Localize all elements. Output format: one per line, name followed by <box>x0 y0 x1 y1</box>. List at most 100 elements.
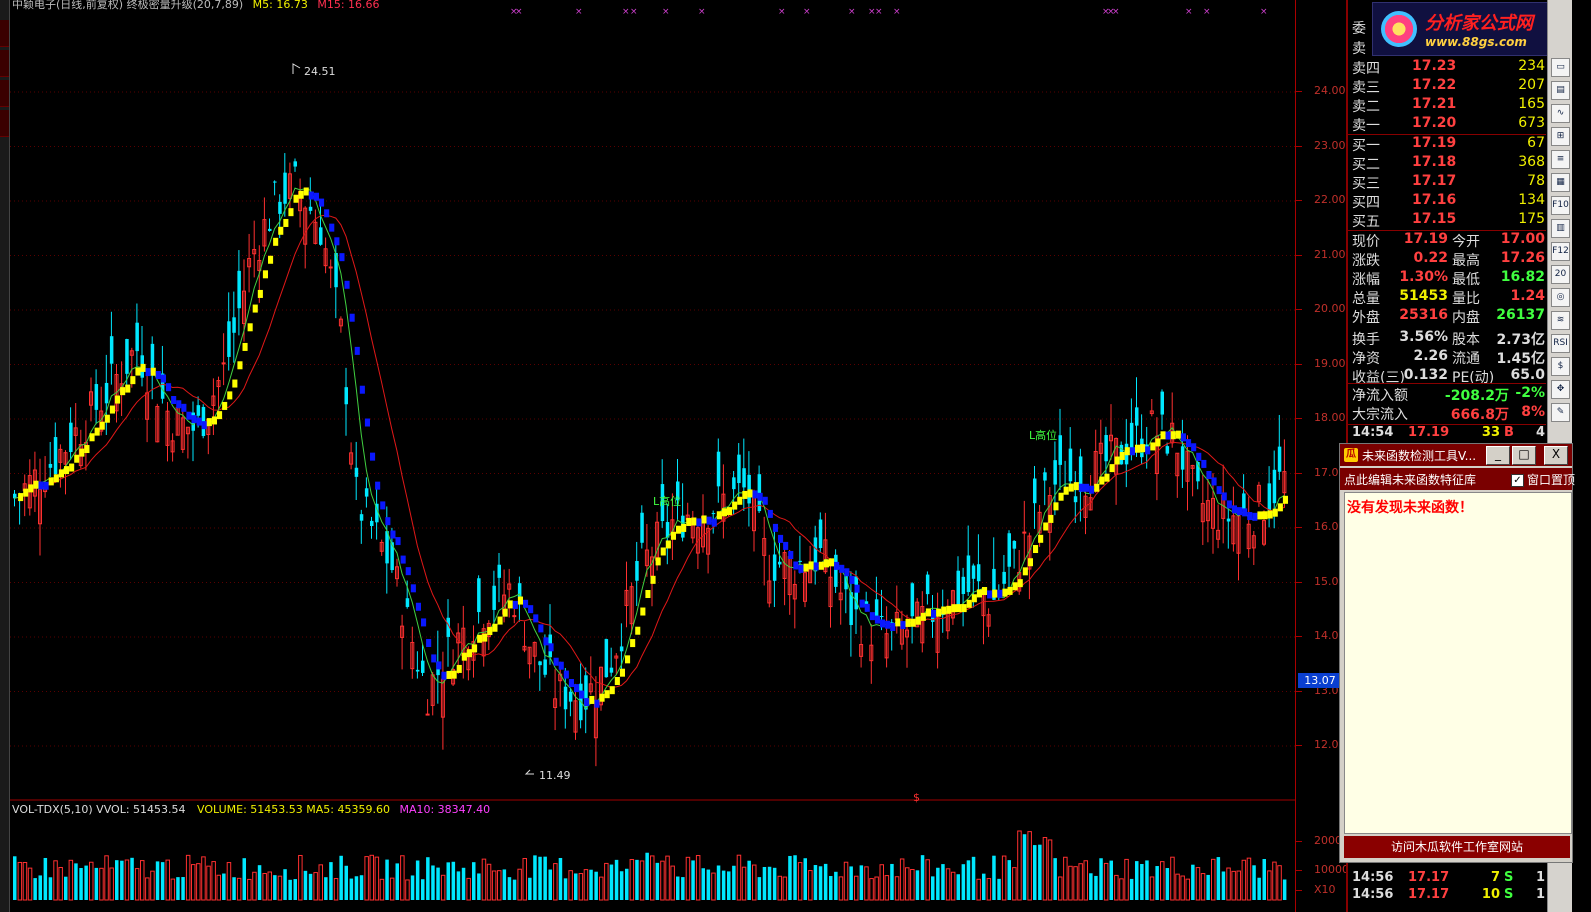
volume-bar <box>884 875 890 901</box>
volume-bar <box>354 876 359 900</box>
volume-bar <box>1099 858 1103 900</box>
result-message: 没有发现未来函数！ <box>1347 500 1473 516</box>
trend-step-up <box>727 507 733 516</box>
left-tab[interactable] <box>0 20 9 47</box>
toolbar-tool-icon[interactable]: RSI <box>1551 334 1570 353</box>
tick-time: 14:56 <box>1352 887 1394 902</box>
volume-bar <box>548 869 552 900</box>
trend-step-up <box>120 387 126 396</box>
trend-step-down <box>319 198 325 207</box>
volume-bar <box>1160 861 1165 901</box>
close-button[interactable]: X <box>1544 446 1568 465</box>
candle-body <box>1242 493 1246 510</box>
dollar-marker: $ <box>913 791 920 804</box>
trend-step-up <box>206 418 212 427</box>
volume-bar <box>344 865 348 900</box>
signal-cross: × <box>875 7 883 17</box>
volume-bar <box>145 877 150 901</box>
trend-step-down <box>313 192 319 201</box>
volume-bar <box>997 878 1001 900</box>
toolbar-tool-icon[interactable]: ◎ <box>1551 288 1570 307</box>
tick-direction: B <box>1504 425 1514 440</box>
stat-value: 3.56% <box>1399 329 1448 345</box>
trend-step-down <box>523 599 529 608</box>
stat-label: PE(动) <box>1452 370 1495 386</box>
trend-step-up <box>645 590 651 599</box>
left-tab[interactable] <box>0 50 9 77</box>
volume-bar <box>645 852 649 900</box>
toolbar-tool-icon[interactable]: ∿ <box>1551 104 1570 123</box>
trend-step-up <box>115 395 121 404</box>
toolbar-tool-icon[interactable]: ≡ <box>1551 150 1570 169</box>
trend-step-up <box>222 401 228 410</box>
maximize-button[interactable]: □ <box>1512 446 1536 465</box>
toolbar-tool-icon[interactable]: ▦ <box>1551 173 1570 192</box>
always-on-top-checkbox[interactable]: ✓ <box>1511 474 1524 487</box>
trend-step-up <box>747 489 753 498</box>
trend-step-up <box>1017 579 1023 588</box>
trend-step-down <box>436 661 442 670</box>
volume-bar <box>318 864 323 901</box>
trend-step-down <box>706 516 712 525</box>
toolbar-tool-icon[interactable]: F10 <box>1551 196 1570 215</box>
toolbar-tool-icon[interactable]: F12 <box>1551 242 1570 261</box>
candlestick-chart[interactable]: 24.5111.49L高位L高位$×× × × × × × × × × × × × ××× × × × <box>10 0 1300 912</box>
volume-bar <box>242 858 246 900</box>
left-tab[interactable] <box>0 80 9 107</box>
toolbar-tool-icon[interactable]: $ <box>1551 357 1570 376</box>
volume-bar <box>1236 870 1241 901</box>
minimize-button[interactable]: _ <box>1486 446 1510 465</box>
volume-tick-label: X10 <box>1296 883 1336 896</box>
volume-bar <box>1226 867 1231 901</box>
left-tab[interactable] <box>0 110 9 137</box>
tick-price: 17.17 <box>1408 887 1450 902</box>
trend-step-down <box>426 638 432 647</box>
toolbar-tool-icon[interactable]: ▤ <box>1551 81 1570 100</box>
trend-step-down <box>987 590 993 599</box>
candle-body <box>48 463 53 468</box>
logo-url: www.88gs.com <box>1425 35 1527 49</box>
volume-bar <box>379 878 385 901</box>
toolbar-tool-icon[interactable]: 20 <box>1551 265 1570 284</box>
candle-body <box>328 266 333 269</box>
toolbar-tool-icon[interactable]: ⊞ <box>1551 127 1570 146</box>
vol-ma10-label: MA10: 38347.40 <box>399 803 491 816</box>
window-titlebar[interactable]: 瓜 未来函数检测工具V... _ □ X <box>1340 444 1572 466</box>
candle-body <box>976 564 981 582</box>
volume-bar <box>747 860 751 900</box>
volume-bar <box>109 867 114 901</box>
candle-body <box>716 451 721 487</box>
trend-step-down <box>772 523 778 532</box>
volume-bar <box>486 863 492 901</box>
volume-bar <box>1200 873 1206 901</box>
toolbar-tool-icon[interactable]: ✥ <box>1551 380 1570 399</box>
volume-bar <box>1175 873 1180 901</box>
trend-step-down <box>1196 452 1202 461</box>
trend-step-up <box>451 670 457 679</box>
toolbar-tool-icon[interactable]: ▭ <box>1551 58 1570 77</box>
edit-feature-library-link[interactable]: 点此编辑未来函数特征库 <box>1344 471 1476 488</box>
toolbar-tool-icon[interactable]: ≋ <box>1551 311 1570 330</box>
trend-step-up <box>466 649 472 658</box>
signal-cross: × <box>1185 7 1193 17</box>
trend-step-up <box>298 190 304 199</box>
toolbar-tool-icon[interactable]: ▥ <box>1551 219 1570 238</box>
volume-bar <box>303 870 308 900</box>
candle-body <box>635 560 639 581</box>
trend-step-up <box>125 384 131 393</box>
tick-price: 17.17 <box>1408 870 1450 885</box>
trend-step-down <box>395 537 401 546</box>
volume-bar <box>920 855 925 900</box>
price-axis: 24.00 23.00 22.00 21.00 20.00 19.00 18.00 17.00… <box>1295 0 1349 912</box>
trend-step-up <box>517 596 523 605</box>
trend-step-down <box>574 684 580 693</box>
toolbar-tool-icon[interactable]: ✎ <box>1551 403 1570 422</box>
volume-bar <box>966 860 971 900</box>
sell-row: 卖二 17.21 165 <box>1352 96 1547 115</box>
volume-bar <box>211 861 216 901</box>
trend-step-down <box>594 699 600 708</box>
volume-bar <box>1103 862 1109 901</box>
visit-website-link[interactable]: 访问木瓜软件工作室网站 <box>1344 836 1570 858</box>
candle-body <box>273 181 277 183</box>
candle-body <box>742 468 746 488</box>
